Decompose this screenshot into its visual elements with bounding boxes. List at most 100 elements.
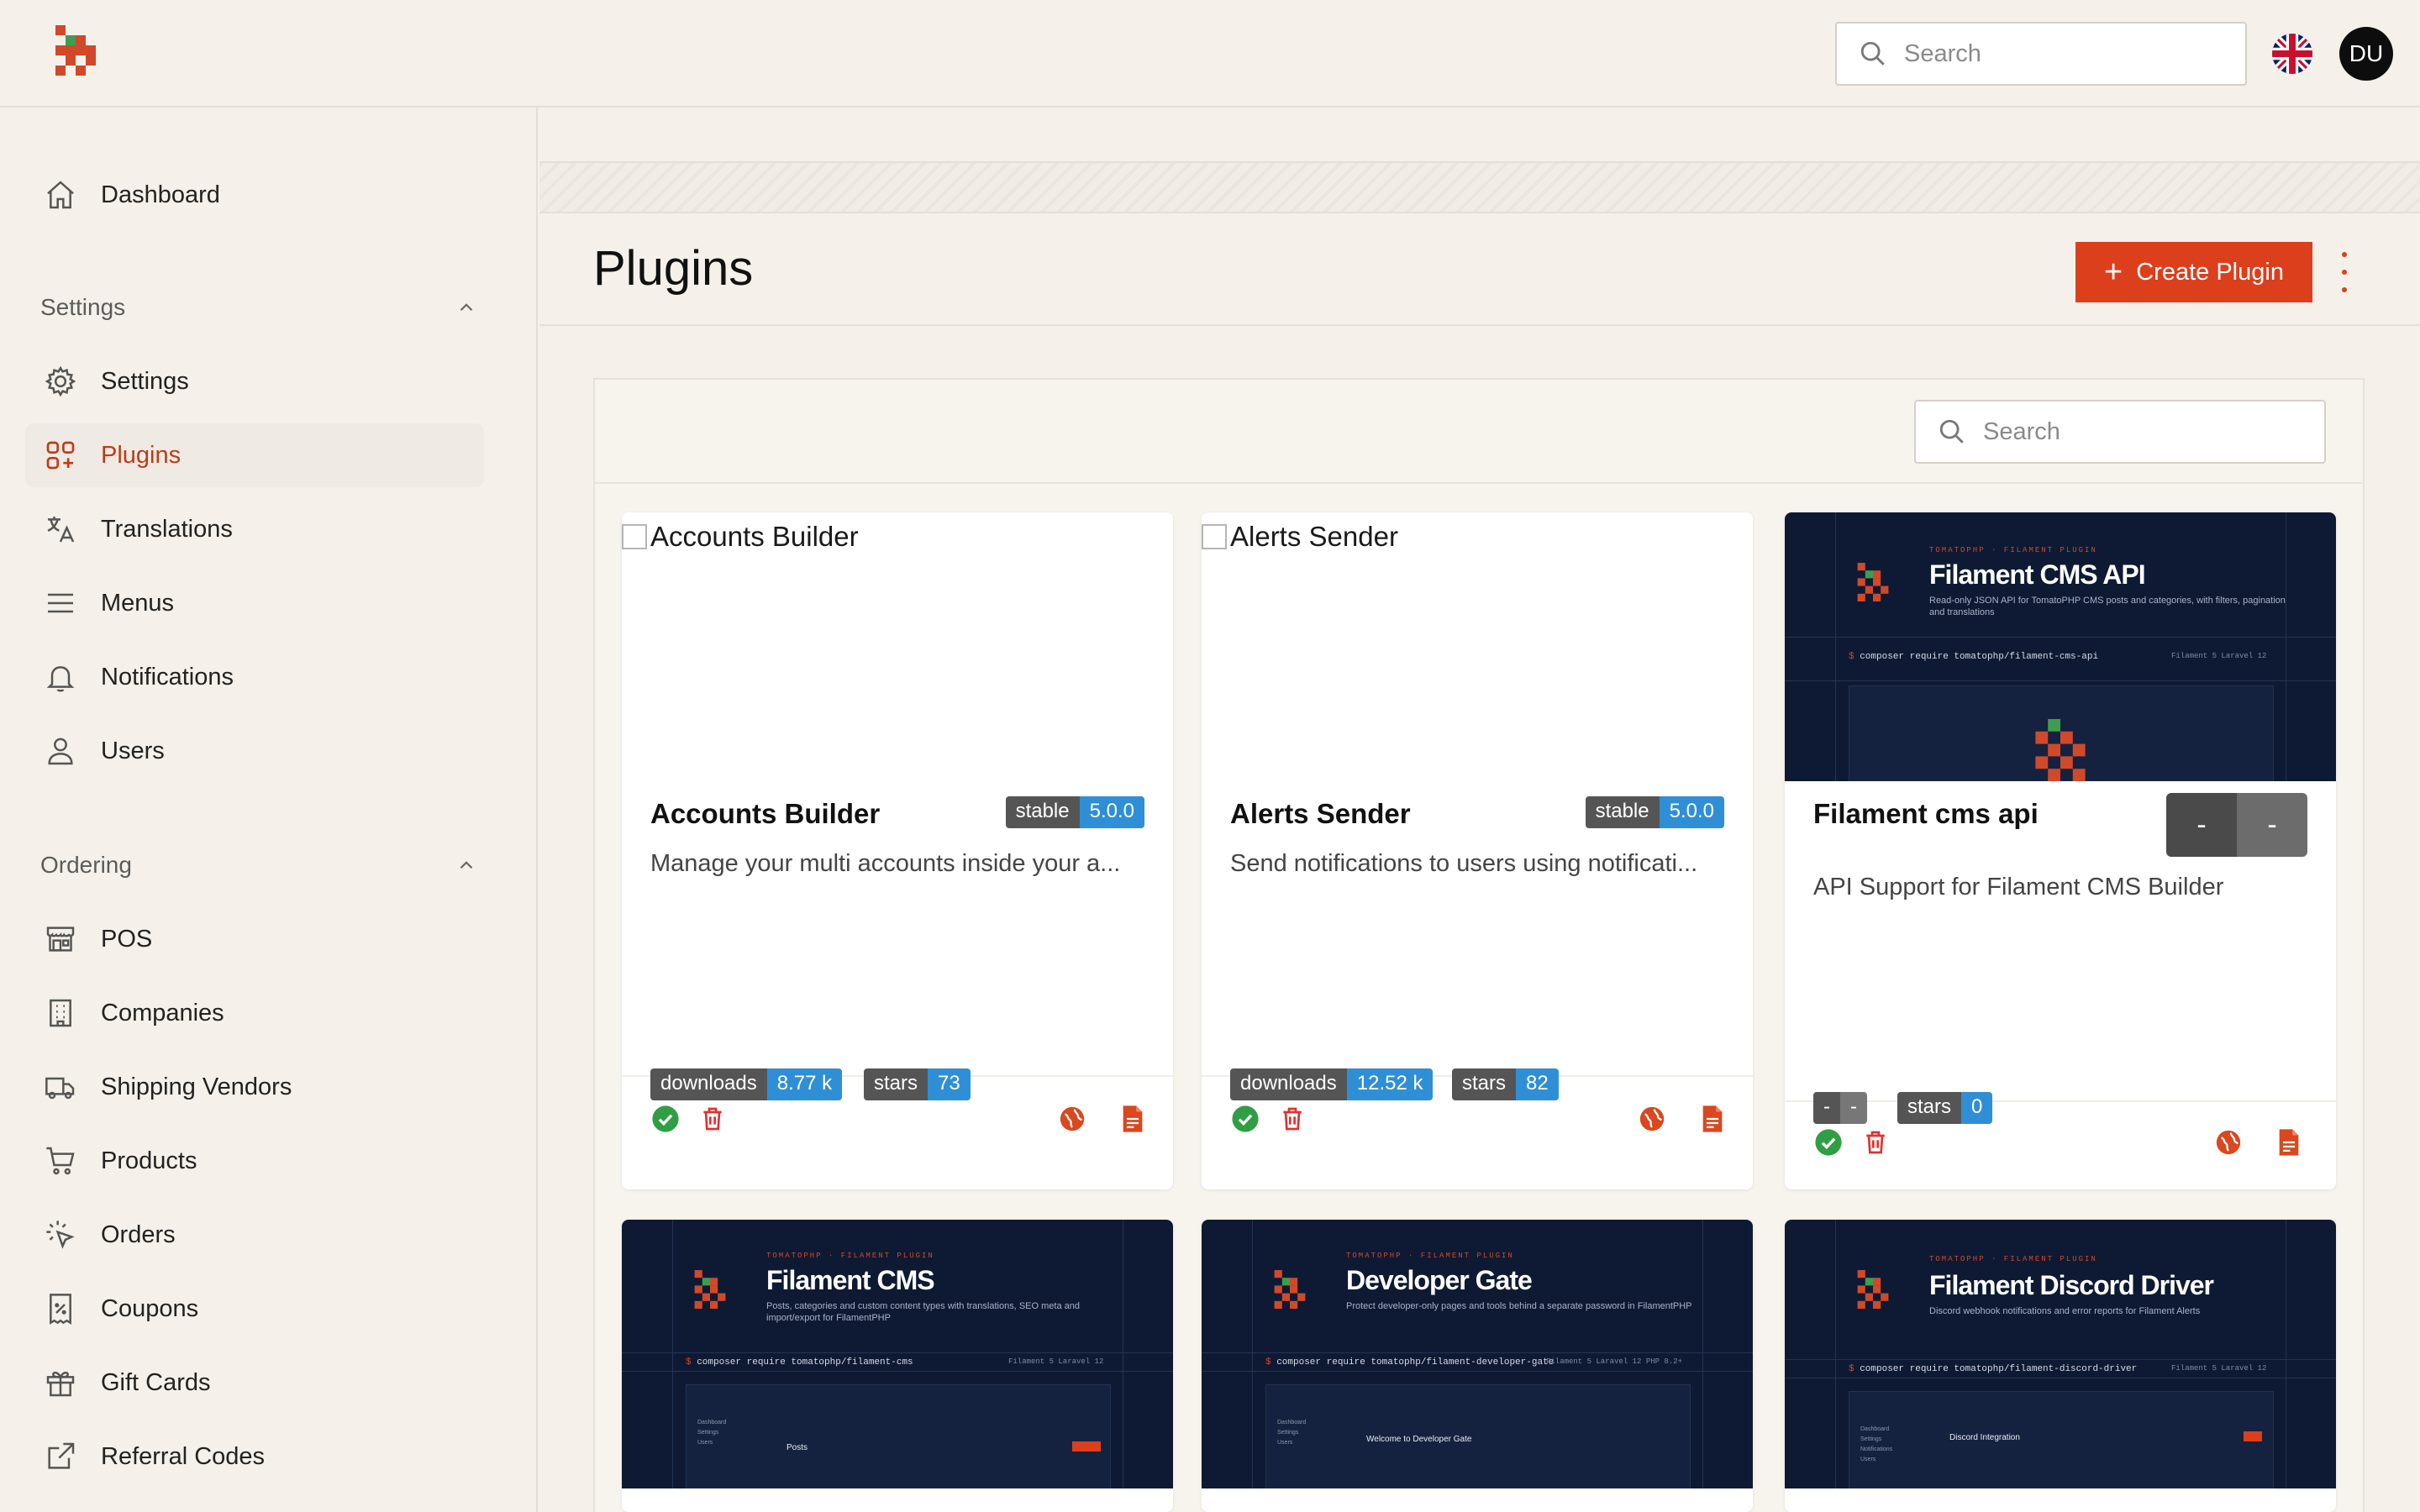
user-avatar[interactable]: DU [2339, 27, 2393, 81]
thumbnail-alt-text: Alerts Sender [1230, 521, 1398, 552]
search-icon [1859, 39, 1887, 68]
plugins-search[interactable] [1914, 400, 2326, 464]
thumb-heading: Developer Gate [1346, 1265, 1533, 1295]
sidebar-item-pos[interactable]: POS [25, 907, 484, 971]
sidebar-item-label: Products [101, 1147, 197, 1174]
plugin-card[interactable]: TOMATOPHP · FILAMENT PLUGIN Filament Dis… [1785, 1220, 2336, 1512]
sidebar-item-translations[interactable]: Translations [25, 497, 484, 561]
store-icon [42, 921, 79, 958]
thumb-kicker: TOMATOPHP · FILAMENT PLUGIN [1929, 1255, 2097, 1263]
building-icon [42, 995, 79, 1032]
thumb-command: $ composer require tomatophp/filament-cm… [686, 1357, 913, 1368]
plugin-thumbnail: TOMATOPHP · FILAMENT PLUGIN Filament Dis… [1785, 1220, 2336, 1488]
check-circle-icon[interactable] [1813, 1127, 1844, 1158]
sidebar-item-companies[interactable]: Companies [25, 981, 484, 1045]
thumb-kicker: TOMATOPHP · FILAMENT PLUGIN [1929, 546, 2097, 554]
sidebar-item-shipping-vendors[interactable]: Shipping Vendors [25, 1055, 484, 1119]
chevron-up-icon [455, 297, 477, 318]
trash-icon[interactable] [1277, 1104, 1307, 1134]
plugin-thumbnail: Alerts Sender [1202, 512, 1753, 781]
plugin-logo-icon [2035, 719, 2086, 781]
version-badge: stable 5.0.0 [1005, 796, 1144, 828]
globe-icon[interactable] [2213, 1127, 2244, 1158]
sidebar-group-label: Settings [40, 294, 126, 320]
thumb-subtitle: Protect developer-only pages and tools b… [1346, 1301, 1692, 1311]
plugins-search-input[interactable] [1983, 417, 2302, 446]
sidebar-item-dashboard[interactable]: Dashboard [25, 163, 484, 227]
sidebar-item-products[interactable]: Products [25, 1129, 484, 1193]
thumb-kicker: TOMATOPHP · FILAMENT PLUGIN [1346, 1252, 1514, 1260]
sidebar-item-label: Shipping Vendors [101, 1073, 292, 1100]
plugin-title: Accounts Builder [650, 798, 881, 829]
stars-badge: stars 0 [1897, 1092, 1993, 1124]
sidebar-item-orders[interactable]: Orders [25, 1203, 484, 1267]
thumb-heading: Filament CMS [766, 1265, 935, 1295]
sidebar-item-label: Orders [101, 1221, 176, 1248]
plugin-card[interactable]: TOMATOPHP · FILAMENT PLUGIN Filament CMS… [622, 1220, 1173, 1512]
plugin-description: Manage your multi accounts inside your a… [650, 850, 1121, 877]
sidebar-item-referral-codes[interactable]: Referral Codes [25, 1425, 484, 1488]
sidebar-item-label: Users [101, 737, 165, 764]
thumb-tags: Filament 5 Laravel 12 PHP 8.2+ [1546, 1357, 1683, 1366]
thumb-heading: Filament Discord Driver [1929, 1270, 2214, 1300]
version-badge: stable 5.0.0 [1585, 796, 1724, 828]
plugin-description: API Support for Filament CMS Builder [1813, 874, 2224, 900]
plugin-logo-icon [694, 1270, 726, 1309]
more-actions-icon[interactable] [2338, 252, 2351, 292]
global-search-input[interactable] [1904, 39, 2223, 68]
plugin-card[interactable]: TOMATOPHP · FILAMENT PLUGIN Filament CMS… [1785, 512, 2336, 1189]
app-logo-icon[interactable] [55, 25, 103, 81]
globe-icon[interactable] [1637, 1104, 1667, 1134]
plugin-card[interactable]: Alerts Sender Alerts Sender stable 5.0.0 … [1202, 512, 1753, 1189]
plugin-thumbnail: Accounts Builder [622, 512, 1173, 781]
sidebar-item-menus[interactable]: Menus [25, 571, 484, 635]
create-plugin-button[interactable]: + Create Plugin [2075, 242, 2312, 302]
plus-icon: + [2104, 255, 2123, 290]
sidebar-item-label: Dashboard [101, 181, 220, 208]
gift-icon [42, 1364, 79, 1401]
thumb-sidebar-text: Dashboard Settings Notifications Users [1860, 1426, 1893, 1462]
sidebar-item-label: Coupons [101, 1294, 199, 1322]
sidebar-item-settings[interactable]: Settings [25, 349, 484, 413]
thumb-screen-title: Welcome to Developer Gate [1366, 1435, 1472, 1444]
sidebar-item-gift-cards[interactable]: Gift Cards [25, 1351, 484, 1415]
sidebar-item-plugins[interactable]: Plugins [25, 423, 484, 487]
plugins-grid-icon [42, 437, 79, 474]
stars-badge: stars 82 [1452, 1068, 1559, 1100]
sidebar-item-notifications[interactable]: Notifications [25, 645, 484, 709]
trash-icon[interactable] [1860, 1127, 1891, 1158]
plugin-description: Send notifications to users using notifi… [1230, 850, 1698, 877]
cursor-click-icon [42, 1216, 79, 1253]
thumb-command: $ composer require tomatophp/filament-cm… [1849, 652, 2099, 662]
panel-toolbar [595, 380, 2363, 484]
document-icon[interactable] [1697, 1104, 1728, 1134]
sidebar-item-users[interactable]: Users [25, 719, 484, 783]
trash-icon[interactable] [697, 1104, 728, 1134]
check-circle-icon[interactable] [1230, 1104, 1260, 1134]
page-header: Plugins + Create Plugin [539, 215, 2420, 326]
sidebar-item-label: Gift Cards [101, 1368, 211, 1396]
thumb-sidebar-text: Dashboard Settings Users [697, 1420, 727, 1446]
sidebar-group-ordering[interactable]: Ordering [40, 852, 477, 879]
global-search[interactable] [1835, 22, 2247, 86]
thumb-subtitle: Read-only JSON API for TomatoPHP CMS pos… [1929, 596, 2286, 617]
thumb-tags: Filament 5 Laravel 12 [2171, 652, 2267, 660]
sidebar-group-settings[interactable]: Settings [40, 294, 477, 321]
plugin-card[interactable]: Accounts Builder Accounts Builder stable… [622, 512, 1173, 1189]
check-circle-icon[interactable] [650, 1104, 681, 1134]
home-icon [42, 176, 79, 213]
sidebar-group-label: Ordering [40, 852, 132, 878]
thumb-command: $ composer require tomatophp/filament-di… [1849, 1364, 2138, 1374]
thumb-sidebar-text: Dashboard Settings Users [1277, 1420, 1307, 1446]
bell-icon [42, 659, 79, 696]
sidebar-item-label: Translations [101, 515, 233, 543]
plugin-card[interactable]: TOMATOPHP · FILAMENT PLUGIN Developer Ga… [1202, 1220, 1753, 1512]
sidebar-item-label: Plugins [101, 441, 182, 469]
sidebar-item-label: POS [101, 925, 153, 953]
document-icon[interactable] [2274, 1127, 2304, 1158]
language-flag-icon[interactable] [2272, 34, 2312, 74]
thumb-command: $ composer require tomatophp/filament-de… [1265, 1357, 1555, 1368]
document-icon[interactable] [1118, 1104, 1148, 1134]
globe-icon[interactable] [1057, 1104, 1087, 1134]
sidebar-item-coupons[interactable]: Coupons [25, 1277, 484, 1341]
